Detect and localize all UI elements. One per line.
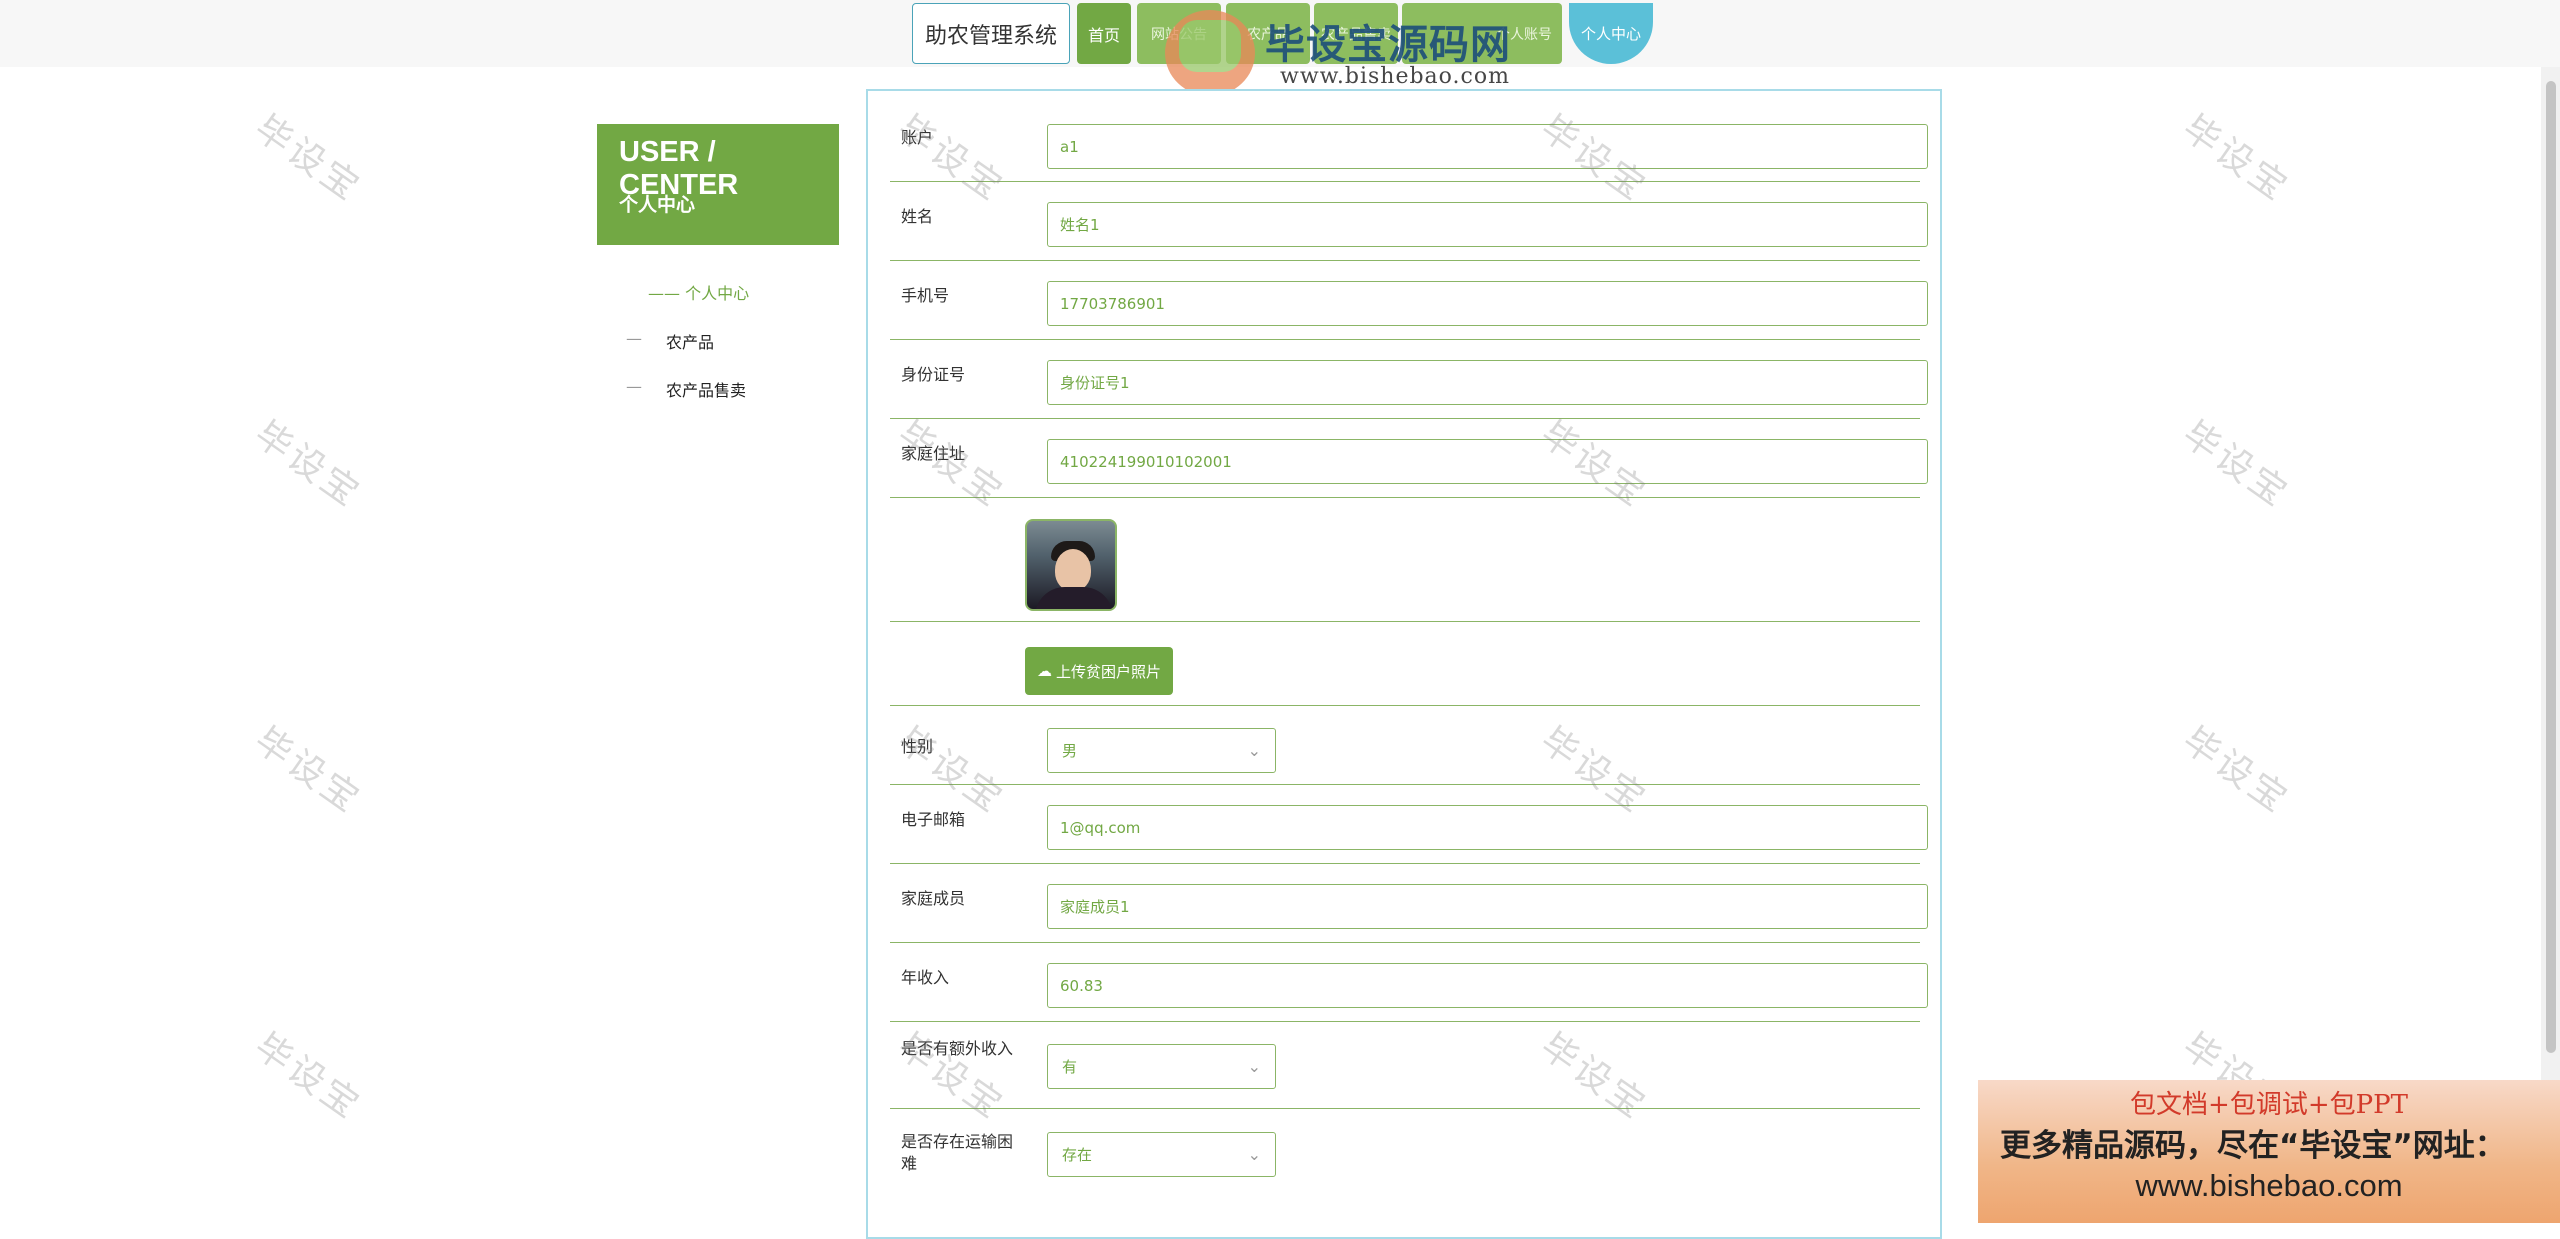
promo-banner[interactable]: 包文档+包调试+包PPT 更多精品源码，尽在“毕设宝”网址： www.bishe… [1978,1080,2560,1223]
logo-name: 毕设宝源码网 [1265,22,1511,68]
watermark: 毕设宝 [2175,719,2297,823]
field-label-phone: 手机号 [901,286,950,305]
phone-input[interactable]: 17703786901 [1047,281,1928,326]
chevron-down-icon: ⌄ [1247,1145,1261,1164]
gender-select[interactable]: 男 ⌄ [1047,728,1276,773]
promo-url[interactable]: www.bishebao.com [1978,1168,2560,1204]
extra-income-select[interactable]: 有 ⌄ [1047,1044,1276,1089]
transport-difficulty-select[interactable]: 存在 ⌄ [1047,1132,1276,1177]
extra-income-select-value: 有 [1062,1058,1078,1076]
field-label-transport: 是否存在运输困难 [901,1132,1014,1173]
address-input[interactable]: 410224199010102001 [1047,439,1928,484]
nav-home[interactable]: 首页 [1077,3,1131,64]
form-row: 电子邮箱 1@qq.com [890,785,1928,864]
field-label-address: 家庭住址 [901,444,966,463]
form-row: 家庭成员 家庭成员1 [890,864,1928,943]
form-row: 性别 男 ⌄ [890,706,1920,785]
sidebar-dash-icon: — [626,329,642,348]
field-label-extra-income: 是否有额外收入 [901,1039,1014,1058]
site-brand[interactable]: 助农管理系统 [912,3,1070,64]
form-row: 账户 a1 [890,91,1928,182]
field-label-name: 姓名 [901,207,934,226]
promo-line-1: 包文档+包调试+包PPT [2130,1090,2408,1120]
profile-form-panel: 账户 a1 姓名 姓名1 手机号 17703786901 身份证号 身份证号1 … [866,89,1942,1239]
form-row: 年收入 60.83 [890,943,1928,1022]
page-scrollbar[interactable] [2541,67,2560,1223]
sidebar-item-products[interactable]: 农产品 [666,329,714,353]
scrollbar-thumb[interactable] [2546,81,2556,1053]
upload-photo-label: 上传贫困户照片 [1055,662,1161,681]
name-input[interactable]: 姓名1 [1047,202,1928,247]
gender-select-value: 男 [1062,742,1078,760]
annual-income-input[interactable]: 60.83 [1047,963,1928,1008]
chevron-down-icon: ⌄ [1247,1057,1261,1076]
form-row: 姓名 姓名1 [890,182,1928,261]
avatar[interactable] [1025,519,1117,611]
cloud-upload-icon: ☁ [1036,662,1052,680]
form-row: 家庭住址 410224199010102001 [890,419,1928,498]
sidebar-item-product-sales[interactable]: 农产品售卖 [666,377,746,401]
field-label-income: 年收入 [901,968,950,987]
watermark: 毕设宝 [247,413,369,517]
watermark: 毕设宝 [2175,413,2297,517]
account-input[interactable]: a1 [1047,124,1928,169]
field-label-email: 电子邮箱 [901,810,966,829]
watermark: 毕设宝 [247,719,369,823]
sidebar-header: USER / CENTER 个人中心 [597,124,839,245]
form-row: 是否有额外收入 有 ⌄ [890,1022,1920,1109]
field-label-gender: 性别 [901,737,934,756]
sidebar-item-user-center[interactable]: —— 个人中心 [648,280,749,304]
transport-select-value: 存在 [1062,1146,1093,1164]
promo-line-2: 更多精品源码，尽在“毕设宝”网址： [2000,1128,2506,1164]
field-label-family: 家庭成员 [901,889,966,908]
family-members-input[interactable]: 家庭成员1 [1047,884,1928,929]
form-row: 是否存在运输困难 存在 ⌄ [890,1109,1920,1199]
chevron-down-icon: ⌄ [1247,741,1261,760]
field-label-id-number: 身份证号 [901,365,966,384]
watermark: 毕设宝 [2175,107,2297,211]
watermark: 毕设宝 [247,107,369,211]
id-number-input[interactable]: 身份证号1 [1047,360,1928,405]
form-row: 身份证号 身份证号1 [890,340,1928,419]
logo-icon [1165,10,1255,96]
upload-photo-button[interactable]: ☁ 上传贫困户照片 [1025,647,1173,695]
watermark: 毕设宝 [247,1025,369,1129]
logo-watermark: 毕设宝源码网 www.bishebao.com [1165,4,1545,96]
email-input[interactable]: 1@qq.com [1047,805,1928,850]
logo-url: www.bishebao.com [1280,64,1510,89]
nav-user-center[interactable]: 个人中心 [1569,3,1653,64]
sidebar-title-cn: 个人中心 [619,194,696,216]
sidebar-dash-icon: — [626,377,642,396]
field-label-account: 账户 [901,128,934,147]
form-row: 手机号 17703786901 [890,261,1928,340]
